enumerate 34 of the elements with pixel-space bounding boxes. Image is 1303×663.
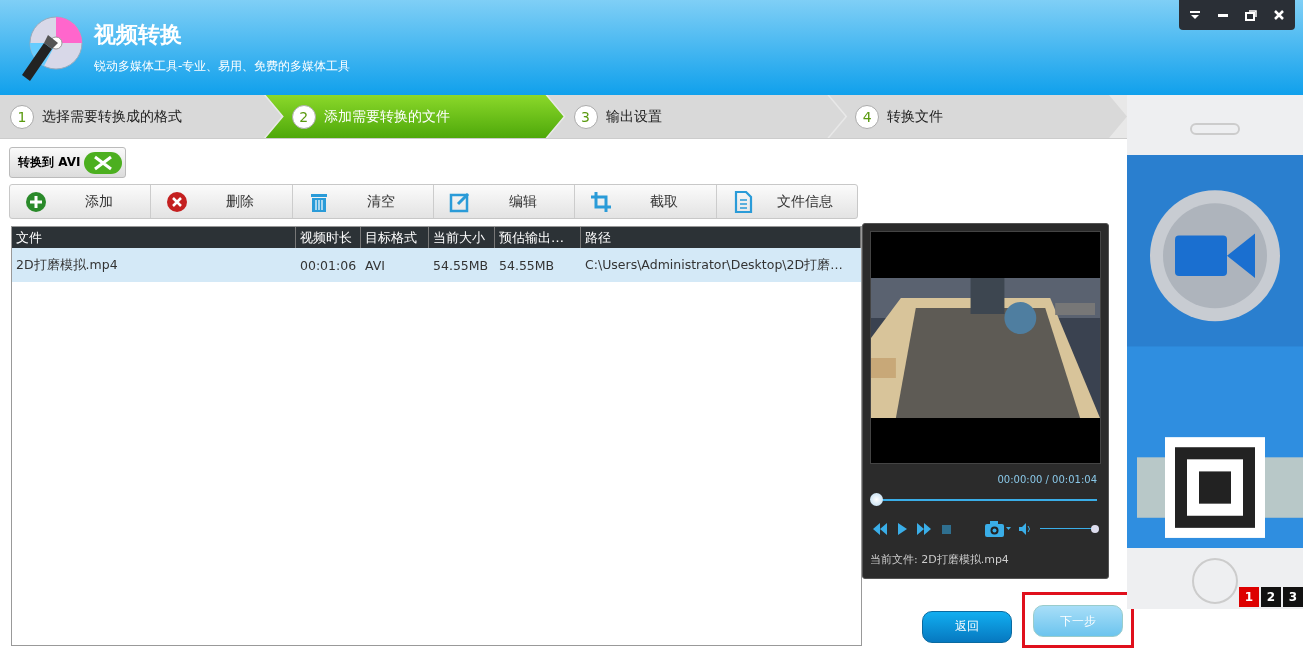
step-tab[interactable]: 3 输出设置 [547, 95, 846, 138]
playback-time: 00:00:00 / 00:01:04 [996, 474, 1098, 485]
current-file-label: 当前文件: 2D打磨模拟.mp4 [870, 552, 1010, 567]
rewind-icon[interactable] [872, 522, 888, 536]
app-subtitle: 锐动多媒体工具-专业、易用、免费的多媒体工具 [94, 58, 351, 75]
table-cell-text: C:\Users\Administrator\Desktop\2D打磨… [584, 255, 844, 274]
table-cell-text: AVI [364, 256, 386, 275]
table-cell-text: 2D打磨模拟.mp4 [15, 255, 119, 274]
crop-icon [590, 190, 613, 213]
file-row[interactable]: 2D打磨模拟.mp4 00:01:06 AVI 54.55MB 54.55MB C:\Users\Administrator\Desktop\2D打磨… [12, 248, 861, 282]
delete-icon [166, 190, 189, 213]
fast-forward-icon[interactable] [916, 522, 932, 536]
page-button[interactable]: 3 [1283, 587, 1303, 607]
toolbar-button[interactable]: 截取 [575, 185, 717, 218]
toolbar-button[interactable]: 删除 [151, 185, 293, 218]
tools-icon [84, 151, 123, 174]
step-tab[interactable]: 2 添加需要转换的文件 [265, 95, 564, 138]
phone-speaker [1190, 123, 1240, 135]
page-button[interactable]: 2 [1261, 587, 1281, 607]
edit-icon [449, 190, 471, 213]
toolbar-button[interactable]: 编辑 [434, 185, 576, 218]
format-button[interactable]: 转换到 AVI [9, 147, 127, 178]
toolbar-button[interactable]: 清空 [292, 185, 434, 218]
step-tab[interactable]: 4 转换文件 [829, 95, 1127, 138]
toolbar-button[interactable]: 文件信息 [716, 185, 857, 218]
table-cell-text: 54.55MB [498, 256, 556, 275]
camera-icon[interactable] [984, 520, 1012, 538]
table-cell-text: 00:01:06 [299, 256, 358, 275]
page-button[interactable]: 1 [1239, 587, 1259, 607]
table-cell-text: 54.55MB [432, 256, 490, 275]
plus-icon [25, 190, 47, 213]
toolbar-button[interactable]: 添加 [10, 185, 152, 218]
step-tab[interactable]: 1 选择需要转换成的格式 [0, 95, 282, 138]
app-title: 视频转换 [94, 21, 183, 49]
